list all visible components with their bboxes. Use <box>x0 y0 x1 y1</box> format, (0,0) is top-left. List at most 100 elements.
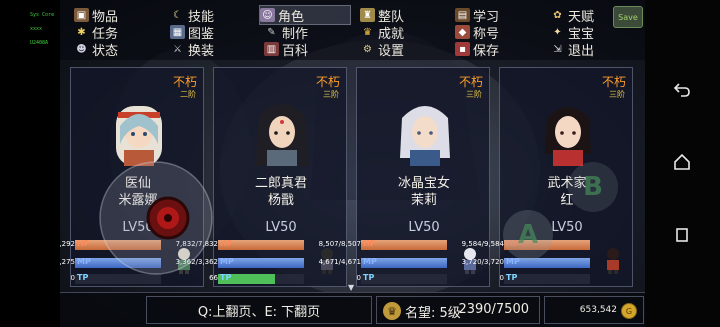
menu-item-party[interactable]: ♜ 整队 <box>360 6 404 25</box>
menu-item-quest[interactable]: ✱ 任务 <box>74 23 118 42</box>
character-level: LV50 <box>265 220 297 235</box>
home-icon <box>674 153 690 170</box>
hp-value: 9,584/9,584 <box>461 240 504 248</box>
hp-value: 8,507/8,507 <box>318 240 361 248</box>
system-navigation-bar <box>645 0 720 327</box>
main-menu: ▣ 物品 ☾ 技能 ☺ 角色 ♜ 整队 ▤ 学习 ✿ 天赋 ✱ 任务 ▦ 图鉴 <box>60 0 645 60</box>
mp-value: 3,720/3,720 <box>461 258 504 266</box>
game-screen: ▣ 物品 ☾ 技能 ☺ 角色 ♜ 整队 ▤ 学习 ✿ 天赋 ✱ 任务 ▦ 图鉴 <box>60 0 645 327</box>
save-icon: ▪ <box>455 42 470 56</box>
character-card[interactable]: 不朽 三阶 冰晶宝女 茉莉 LV50 HP 8,507/8,507 MP 4,6… <box>319 67 490 287</box>
menu-item-encyclopedia[interactable]: ▥ 百科 <box>264 40 309 59</box>
mp-value: 4,671/4,671 <box>318 258 361 266</box>
character-icon: ☺ <box>260 8 275 22</box>
scroll-down-icon[interactable]: ▼ <box>348 283 354 292</box>
menu-item-settings[interactable]: ⚙ 设置 <box>360 40 405 59</box>
menu-item-codex[interactable]: ▦ 图鉴 <box>170 23 214 42</box>
gold-panel: 653,542 G <box>544 296 644 324</box>
skill-icon: ☾ <box>173 9 182 21</box>
mp-label: MP <box>363 257 377 266</box>
tp-value: 0 <box>70 274 75 282</box>
hp-label: HP <box>363 239 376 248</box>
talent-icon: ✿ <box>553 9 562 21</box>
settings-icon: ⚙ <box>363 43 372 55</box>
menu-item-learn[interactable]: ▤ 学习 <box>455 6 499 25</box>
character-level: LV50 <box>408 220 440 235</box>
encyclopedia-icon: ▥ <box>264 42 279 56</box>
menu-item-items[interactable]: ▣ 物品 <box>74 6 118 25</box>
character-sprite <box>607 248 619 274</box>
gold-coin-icon: G <box>621 303 637 319</box>
codex-icon: ▦ <box>170 25 185 39</box>
menu-label: 设置 <box>378 43 405 59</box>
menu-item-achievement[interactable]: ♛ 成就 <box>360 23 404 42</box>
menu-item-save[interactable]: ▪ 保存 <box>455 40 499 59</box>
page-hint: Q:上翻页、E: 下翻页 <box>146 296 372 324</box>
menu-item-craft[interactable]: ✎ 制作 <box>264 23 308 42</box>
character-name: 茉莉 <box>410 193 437 208</box>
title-icon: ◆ <box>455 25 470 39</box>
mp-label: MP <box>506 257 520 266</box>
trait-label: 不朽 <box>458 75 483 89</box>
fame-level: 名望: 5级 <box>405 306 461 321</box>
trait-label: 不朽 <box>315 75 340 89</box>
quest-icon: ✱ <box>77 26 86 38</box>
rank-label: 二阶 <box>180 90 196 99</box>
character-portrait <box>116 106 162 166</box>
rank-label: 三阶 <box>466 90 482 99</box>
recent-apps-icon <box>676 228 688 242</box>
party-icon: ♜ <box>360 8 375 22</box>
status-line-1: Sys Core <box>30 12 55 18</box>
a-button[interactable]: A <box>503 210 553 260</box>
rank-label: 三阶 <box>323 90 339 99</box>
bag-icon: ▣ <box>74 8 89 22</box>
b-button[interactable]: B <box>568 162 618 212</box>
menu-item-status[interactable]: ☻ 状态 <box>74 40 119 59</box>
tp-value: 0 <box>356 274 361 282</box>
book-icon: ▤ <box>455 8 470 22</box>
status-line-2: xxxx <box>30 26 43 32</box>
menu-item-talent[interactable]: ✿ 天赋 <box>550 6 594 25</box>
trait-label: 不朽 <box>172 75 197 89</box>
menu-item-outfit[interactable]: ⚔ 换装 <box>170 40 215 59</box>
outfit-icon: ⚔ <box>173 43 182 55</box>
character-portrait <box>255 104 309 166</box>
tp-label: TP <box>506 273 518 282</box>
menu-label: 换装 <box>188 43 215 59</box>
menu-label: 百科 <box>282 43 309 59</box>
recent-apps-button[interactable] <box>669 222 695 248</box>
character-portrait <box>545 107 591 166</box>
trophy-icon: ♛ <box>363 26 372 38</box>
status-icon: ☻ <box>76 43 87 55</box>
back-icon <box>673 83 690 97</box>
virtual-joystick[interactable] <box>98 160 214 276</box>
gold-amount: 653,542 <box>579 305 617 315</box>
trait-label: 不朽 <box>601 75 626 89</box>
status-line-3: U2408A <box>30 40 49 46</box>
menu-item-skills[interactable]: ☾ 技能 <box>170 6 214 25</box>
menu-item-pet[interactable]: ✦ 宝宝 <box>550 23 594 42</box>
menu-label: 退出 <box>568 43 595 59</box>
hp-label: HP <box>77 239 90 248</box>
home-button[interactable] <box>669 149 695 175</box>
tp-label: TP <box>77 273 89 282</box>
hp-value: 8,292/8,292 <box>60 240 75 248</box>
back-button[interactable] <box>669 77 695 103</box>
mp-label: MP <box>77 257 91 266</box>
fame-panel: ♛ 名望: 5级 2390/7500 <box>376 296 540 324</box>
exit-icon: ⇲ <box>553 43 562 55</box>
quick-save-button[interactable]: Save <box>613 6 643 28</box>
rank-label: 三阶 <box>609 90 625 99</box>
character-card[interactable]: 不朽 三阶 二郎真君 杨戬 LV50 HP 7,832/7,832 MP 3,3… <box>176 67 347 287</box>
tp-label: TP <box>220 273 232 282</box>
menu-label: 状态 <box>92 43 119 59</box>
tp-value: 0 <box>499 274 504 282</box>
character-portrait <box>400 106 450 166</box>
menu-item-exit[interactable]: ⇲ 退出 <box>550 40 595 59</box>
mp-value: 5,275/5,275 <box>60 258 75 266</box>
tp-label: TP <box>363 273 375 282</box>
mp-label: MP <box>220 257 234 266</box>
system-status-strip: Sys Core xxxx U2408A <box>0 0 60 327</box>
menu-item-titles[interactable]: ◆ 称号 <box>455 23 499 42</box>
character-name: 杨戬 <box>267 193 294 208</box>
